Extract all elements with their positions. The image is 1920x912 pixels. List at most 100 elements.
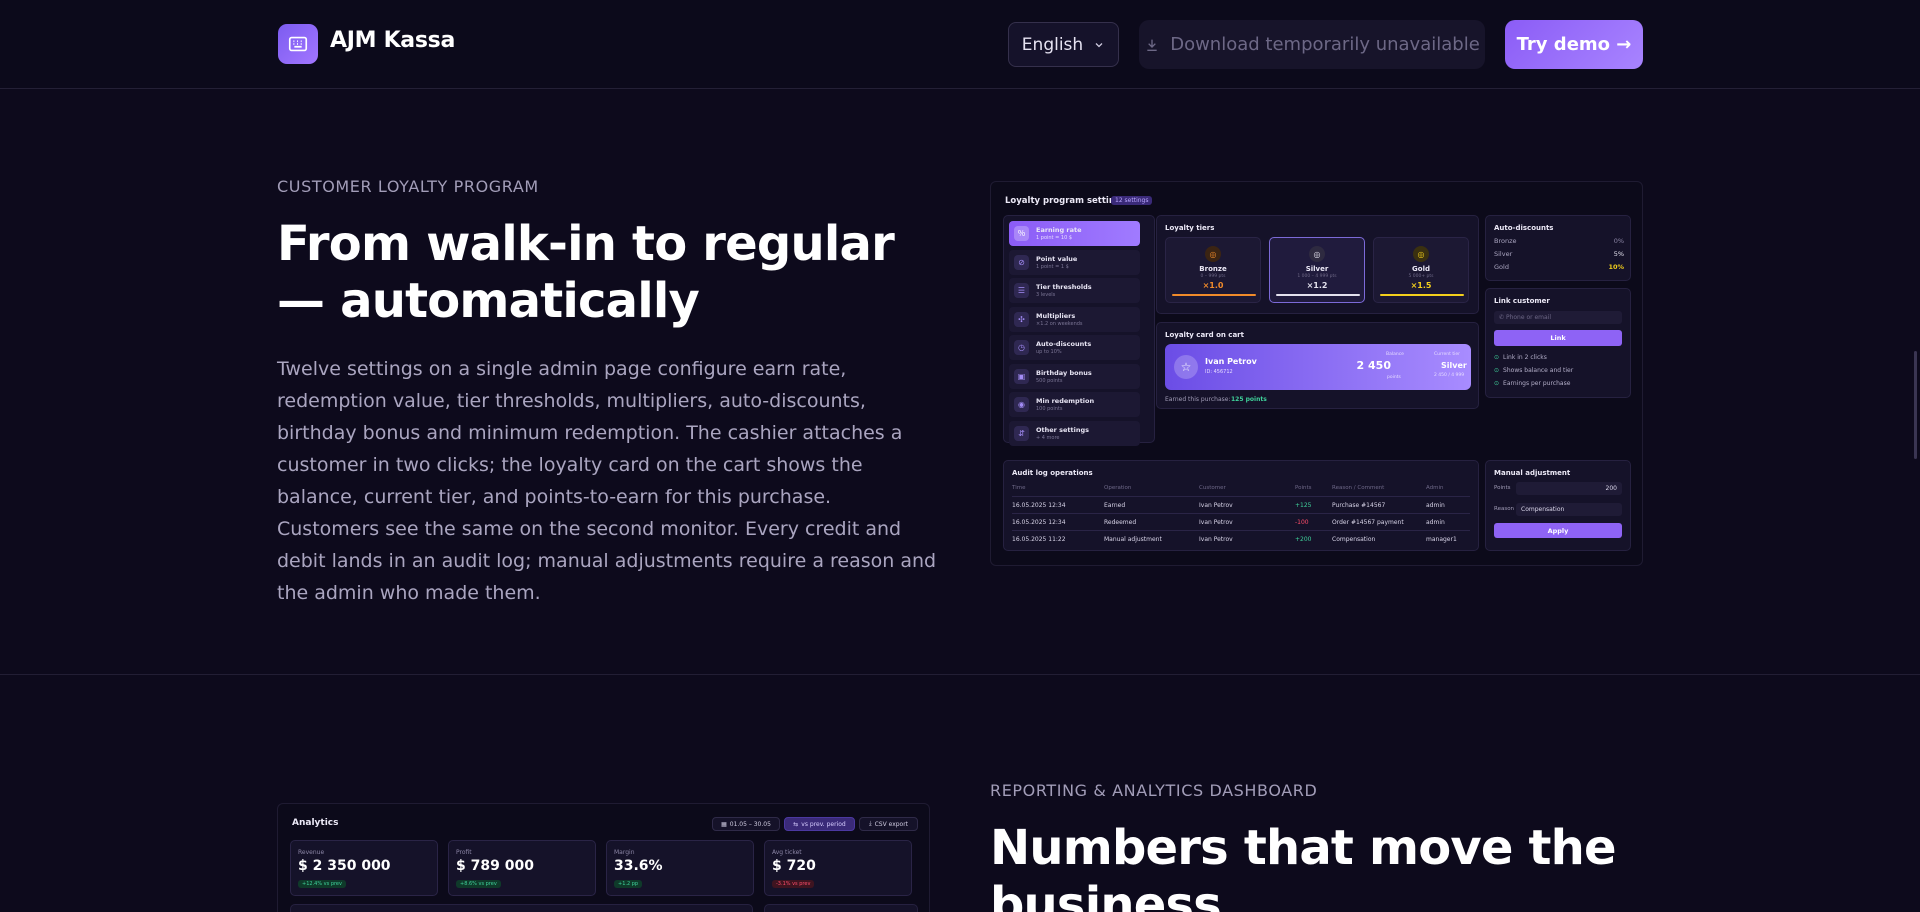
tier-gold[interactable]: ◎ Gold 5 000+ pts ×1.5: [1373, 237, 1469, 303]
check-label: Earnings per purchase: [1503, 380, 1571, 387]
kpi-label: Avg ticket: [772, 849, 802, 856]
check-item: ⊙ Earnings per purchase: [1494, 380, 1570, 387]
settings-count-badge: 12 settings: [1111, 196, 1153, 205]
setting-icon: ⊘: [1014, 254, 1029, 270]
sidebar-item-setting[interactable]: ☰ Tier thresholds 3 levels: [1009, 278, 1140, 303]
star-icon: ☆: [1174, 355, 1198, 379]
sidebar-item-setting[interactable]: ⊘ Point value 1 point = 1 $: [1009, 249, 1140, 275]
kpi-card-profit: Profit $ 789 000 +8.6% vs prev: [448, 840, 596, 896]
setting-sub: up to 10%: [1036, 349, 1062, 355]
analytics-side-panel: [764, 904, 918, 912]
auto-discount-row: Bronze 0%: [1494, 237, 1624, 245]
audit-table-header: Time Operation Customer Points Reason / …: [1012, 480, 1470, 497]
column-header: Admin: [1426, 485, 1444, 491]
loyalty-card-heading: Loyalty card on cart: [1165, 331, 1244, 339]
kpi-delta: +1.2 pp: [614, 880, 643, 888]
sidebar-item-setting[interactable]: ✣ Multipliers ×1.2 on weekends: [1009, 306, 1140, 332]
cell-customer: Ivan Petrov: [1199, 519, 1233, 526]
download-icon: ⤓: [868, 820, 872, 827]
cell-time: 16.05.2025 11:22: [1012, 536, 1066, 543]
tier-multiplier: ×1.0: [1202, 281, 1224, 290]
compare-icon: ⇆: [793, 820, 799, 828]
loyalty-tiers-panel: Loyalty tiers ◎ Bronze 0 – 999 pts ×1.0 …: [1156, 215, 1479, 314]
cell-time: 16.05.2025 12:34: [1012, 519, 1066, 526]
brand-name[interactable]: AJM Kassa: [330, 28, 455, 53]
setting-icon: ▣: [1014, 368, 1029, 384]
compare-chip[interactable]: ⇆ vs prev. period: [784, 817, 855, 831]
sidebar-item-setting[interactable]: ◷ Auto-discounts up to 10%: [1009, 335, 1140, 360]
customer-id: ID: 456712: [1205, 369, 1233, 375]
setting-sub: 500 points: [1036, 377, 1063, 384]
check-label: Link in 2 clicks: [1503, 354, 1547, 361]
check-icon: ⊙: [1494, 354, 1500, 361]
check-item: ⊙ Shows balance and tier: [1494, 367, 1573, 374]
compare-label: vs prev. period: [801, 820, 846, 828]
kpi-label: Revenue: [298, 849, 325, 856]
check-item: ⊙ Link in 2 clicks: [1494, 354, 1547, 361]
cell-points: +125: [1295, 502, 1312, 509]
tier-bronze[interactable]: ◎ Bronze 0 – 999 pts ×1.0: [1165, 237, 1261, 303]
setting-sub: + 4 more: [1036, 434, 1060, 441]
tier-range: 1 000 – 4 999 pts: [1297, 274, 1337, 279]
balance-unit: points: [1387, 375, 1401, 380]
sidebar-item-setting[interactable]: ◉ Min redemption 100 points: [1009, 392, 1140, 417]
csv-export-button[interactable]: ⤓ CSV export: [859, 817, 918, 831]
sidebar-item-setting[interactable]: ⇵ Other settings + 4 more: [1009, 420, 1140, 446]
cell-reason: Purchase #14567: [1332, 502, 1386, 509]
setting-icon: ◉: [1014, 397, 1029, 412]
tier-silver[interactable]: ◎ Silver 1 000 – 4 999 pts ×1.2: [1269, 237, 1365, 303]
reason-input[interactable]: Compensation: [1516, 503, 1622, 516]
auto-discounts-panel: Auto-discounts Bronze 0% Silver 5% Gold 10%: [1485, 215, 1631, 281]
cell-time: 16.05.2025 12:34: [1012, 502, 1066, 509]
column-header: Reason / Comment: [1332, 485, 1385, 491]
setting-label: Earning rate: [1036, 226, 1082, 234]
cell-reason: Compensation: [1332, 536, 1376, 543]
setting-sub: ×1.2 on weekends: [1036, 320, 1083, 327]
download-button[interactable]: Download temporarily unavailable: [1139, 20, 1485, 69]
table-row[interactable]: 16.05.2025 11:22 Manual adjustment Ivan …: [1012, 530, 1470, 547]
analytics-eyebrow: REPORTING & ANALYTICS DASHBOARD: [990, 781, 1318, 800]
kpi-value: $ 2 350 000: [298, 858, 391, 874]
kpi-label: Margin: [614, 849, 635, 856]
cell-operation: Redeemed: [1104, 519, 1137, 526]
loyalty-card: ☆ Ivan Petrov ID: 456712 Balance 2 450 p…: [1165, 344, 1471, 390]
analytics-title: Analytics: [292, 818, 339, 828]
column-header: Points: [1295, 485, 1312, 491]
site-header: AJM Kassa English Download temporarily u…: [0, 0, 1920, 89]
sidebar-item-setting[interactable]: ▣ Birthday bonus 500 points: [1009, 363, 1140, 389]
table-row[interactable]: 16.05.2025 12:34 Earned Ivan Petrov +125…: [1012, 496, 1470, 513]
scrollbar-thumb[interactable]: [1914, 351, 1917, 459]
input-placeholder: Phone or email: [1505, 314, 1552, 321]
logo[interactable]: [278, 24, 318, 64]
loyalty-settings-mockup: Loyalty program settings 12 settings ％ Ea…: [990, 181, 1643, 566]
tier-bar: [1172, 294, 1256, 296]
link-customer-heading: Link customer: [1494, 297, 1550, 305]
apply-button[interactable]: Apply: [1494, 523, 1622, 538]
sidebar-item-setting[interactable]: ％ Earning rate 1 point = 10 $: [1009, 221, 1140, 246]
column-header: Time: [1012, 485, 1026, 491]
setting-sub: 100 points: [1036, 406, 1063, 412]
link-button[interactable]: Link: [1494, 330, 1622, 346]
tier-bar: [1380, 294, 1464, 296]
table-row[interactable]: 16.05.2025 12:34 Redeemed Ivan Petrov -1…: [1012, 513, 1470, 530]
kpi-value: $ 789 000: [456, 858, 534, 874]
cell-customer: Ivan Petrov: [1199, 536, 1233, 543]
setting-label: Auto-discounts: [1036, 340, 1092, 348]
tier-range: 5 000+ pts: [1408, 274, 1434, 279]
column-header: Customer: [1199, 485, 1226, 491]
points-label: Points: [1494, 485, 1511, 491]
kpi-value: 33.6%: [614, 858, 663, 874]
loyalty-card-panel: Loyalty card on cart ☆ Ivan Petrov ID: 4…: [1156, 322, 1479, 409]
phone-email-input[interactable]: ✆ Phone or email: [1494, 311, 1622, 324]
setting-icon: ◷: [1014, 340, 1029, 355]
language-label: English: [1021, 34, 1084, 55]
date-range-label: 01.05 – 30.05: [729, 820, 771, 828]
setting-icon: ⇵: [1014, 425, 1029, 441]
keyboard-icon: [288, 36, 308, 52]
try-demo-button[interactable]: Try demo →: [1505, 20, 1643, 69]
points-input[interactable]: 200: [1516, 482, 1622, 495]
language-select[interactable]: English: [1008, 22, 1119, 67]
setting-label: Min redemption: [1036, 397, 1095, 405]
date-range-chip[interactable]: ▦ 01.05 – 30.05: [712, 817, 780, 831]
earned-value: 125 points: [1231, 396, 1267, 403]
